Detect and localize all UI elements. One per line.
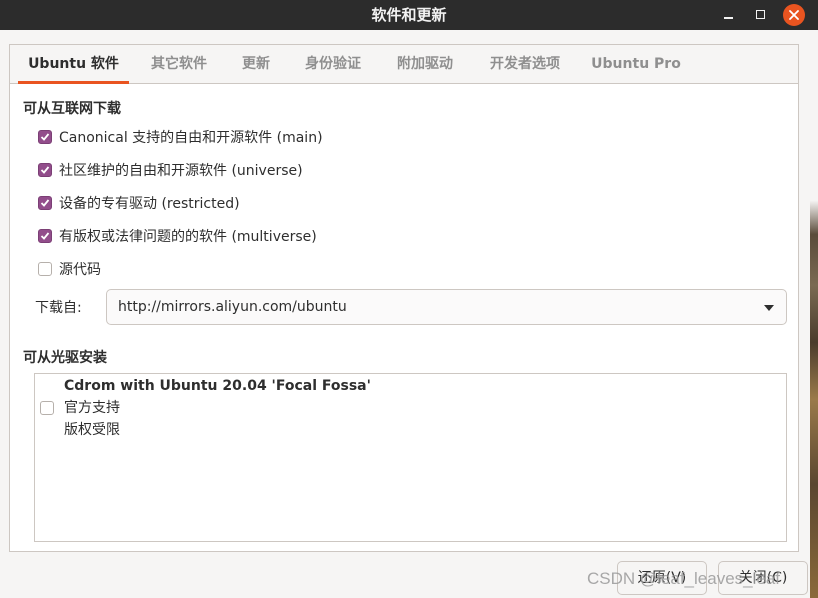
cdrom-item-line3: 版权受限 <box>64 422 120 438</box>
tab-ubuntu-pro[interactable]: Ubuntu Pro <box>586 45 686 83</box>
cdrom-item-name: Cdrom with Ubuntu 20.04 'Focal Fossa' <box>64 378 371 394</box>
notebook: Ubuntu 软件 其它软件 更新 身份验证 附加驱动 开发者选项 Ubuntu… <box>9 44 799 552</box>
checkbox-checked-icon[interactable] <box>38 229 52 243</box>
close-icon <box>789 10 799 20</box>
internet-section-title: 可从互联网下载 <box>23 101 121 117</box>
download-from-label: 下载自: <box>35 300 82 316</box>
checkbox-checked-icon[interactable] <box>38 163 52 177</box>
title-bar: 软件和更新 <box>0 0 818 30</box>
cdrom-section-title: 可从光驱安装 <box>23 350 107 366</box>
close-window-button[interactable] <box>783 4 805 26</box>
desktop-background <box>810 30 818 598</box>
cdrom-item-line2: 官方支持 <box>64 400 120 416</box>
checkbox-label: 设备的专有驱动 (restricted) <box>59 196 240 212</box>
tab-bar: Ubuntu 软件 其它软件 更新 身份验证 附加驱动 开发者选项 Ubuntu… <box>10 45 798 84</box>
tab-ubuntu-software[interactable]: Ubuntu 软件 <box>18 45 129 84</box>
checkbox-unchecked-icon[interactable] <box>38 262 52 276</box>
checkbox-checked-icon[interactable] <box>38 196 52 210</box>
checkbox-label: Canonical 支持的自由和开源软件 (main) <box>59 130 323 146</box>
download-server-dropdown[interactable]: http://mirrors.aliyun.com/ubuntu <box>106 289 787 325</box>
minimize-button[interactable] <box>718 4 740 26</box>
cdrom-checkbox[interactable] <box>40 401 54 415</box>
tab-additional-drivers[interactable]: 附加驱动 <box>387 45 463 83</box>
tab-updates[interactable]: 更新 <box>232 45 280 83</box>
watermark: CSDN @leaf_leaves_leaf <box>587 569 781 588</box>
tab-other-software[interactable]: 其它软件 <box>141 45 217 83</box>
checkbox-label: 社区维护的自由和开源软件 (universe) <box>59 163 303 179</box>
checkbox-checked-icon[interactable] <box>38 130 52 144</box>
download-server-value: http://mirrors.aliyun.com/ubuntu <box>118 299 347 315</box>
tab-developer-options[interactable]: 开发者选项 <box>478 45 572 83</box>
chevron-down-icon <box>764 305 774 311</box>
window-title: 软件和更新 <box>371 6 447 24</box>
checkbox-label: 有版权或法律问题的的软件 (multiverse) <box>59 229 317 245</box>
tab-authentication[interactable]: 身份验证 <box>295 45 371 83</box>
checkbox-label: 源代码 <box>59 262 101 278</box>
maximize-button[interactable] <box>750 4 772 26</box>
cdrom-list: Cdrom with Ubuntu 20.04 'Focal Fossa' 官方… <box>34 373 787 542</box>
